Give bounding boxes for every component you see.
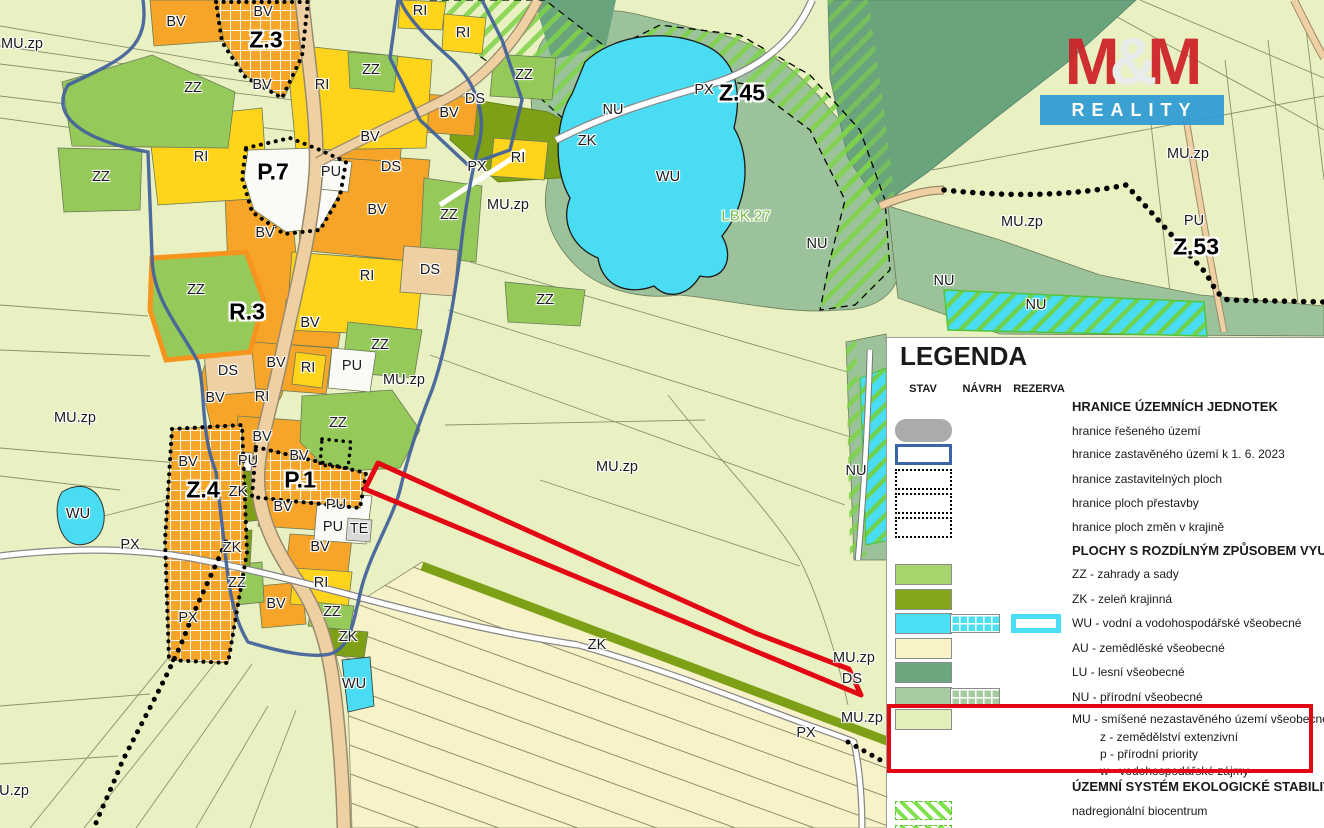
legend-swatch-solved-territory xyxy=(895,419,952,442)
legend-panel: LEGENDA STAV NÁVRH REZERVA HRANICE ÚZEMN… xyxy=(886,337,1324,828)
legend-swatch-wu xyxy=(895,613,952,634)
legend-row-zz: ZZ - zahrady a sady xyxy=(887,564,1324,588)
legend-row-zk: ZK - zeleň krajinná xyxy=(887,589,1324,613)
legend-section-land-use: PLOCHY S ROZDÍLNÝM ZPŮSOBEM VYUŽITÍ xyxy=(1072,543,1324,558)
logo-reality-bar: REALITY xyxy=(1040,95,1224,125)
mm-reality-logo: M&M REALITY xyxy=(1040,30,1224,125)
legend-title: LEGENDA xyxy=(900,341,1027,372)
legend-swatch-au xyxy=(895,638,952,659)
legend-swatch-lu xyxy=(895,662,952,683)
pond-wu-village xyxy=(342,657,374,712)
logo-letter-m2: M xyxy=(1147,30,1199,93)
r3-reserve-area xyxy=(150,252,264,360)
te-parcel xyxy=(346,518,372,542)
legend-row-biocentrum: nadregionální biocentrum xyxy=(887,801,1324,825)
legend-section-boundaries: HRANICE ÚZEMNÍCH JEDNOTEK xyxy=(1072,399,1278,414)
legend-swatch-redevelopment-boundary xyxy=(895,493,952,514)
logo-mm-text: M&M xyxy=(1040,30,1224,94)
legend-row-wu: WU - vodní a vodohospodářské všeobecné xyxy=(887,613,1324,637)
legend-swatch-zk xyxy=(895,589,952,610)
legend-row: hranice zastavěného území k 1. 6. 2023 xyxy=(887,444,1324,468)
legend-swatch-biocentrum xyxy=(895,801,952,820)
legend-row-au: AU - zemědlěské všeobecné xyxy=(887,638,1324,662)
legend-row: hranice řešeného území xyxy=(887,419,1324,443)
legend-swatch-developable-boundary xyxy=(895,469,952,490)
legend-swatch-wu-navrh xyxy=(950,614,1000,633)
legend-column-navrh: NÁVRH xyxy=(952,383,1012,395)
legend-row: hranice ploch přestavby xyxy=(887,493,1324,517)
legend-row: hranice ploch změn v krajině xyxy=(887,517,1324,541)
legend-swatch-wu-rezerva xyxy=(1011,614,1061,633)
legend-row-lu: LU - lesní všeobecné xyxy=(887,662,1324,686)
logo-ampersand: & xyxy=(1110,30,1155,93)
legend-row: hranice zastavitelných ploch xyxy=(887,469,1324,493)
legend-column-rezerva: REZERVA xyxy=(1009,383,1069,395)
legend-highlight-box xyxy=(887,704,1313,773)
pond-wu-southwest xyxy=(57,486,104,544)
legend-section-ecological: ÚZEMNÍ SYSTÉM EKOLOGICKÉ STABILITY xyxy=(1072,779,1324,794)
legend-swatch-zz xyxy=(895,564,952,585)
zoning-map-screenshot: MU.zpBVBVZ.3RIRIZZZZBVRIZZDSBVNUPXZ.45ZK… xyxy=(0,0,1324,828)
legend-swatch-landscape-change-boundary xyxy=(895,517,952,538)
legend-swatch-built-up-boundary xyxy=(895,444,952,465)
legend-column-stav: STAV xyxy=(893,383,953,395)
